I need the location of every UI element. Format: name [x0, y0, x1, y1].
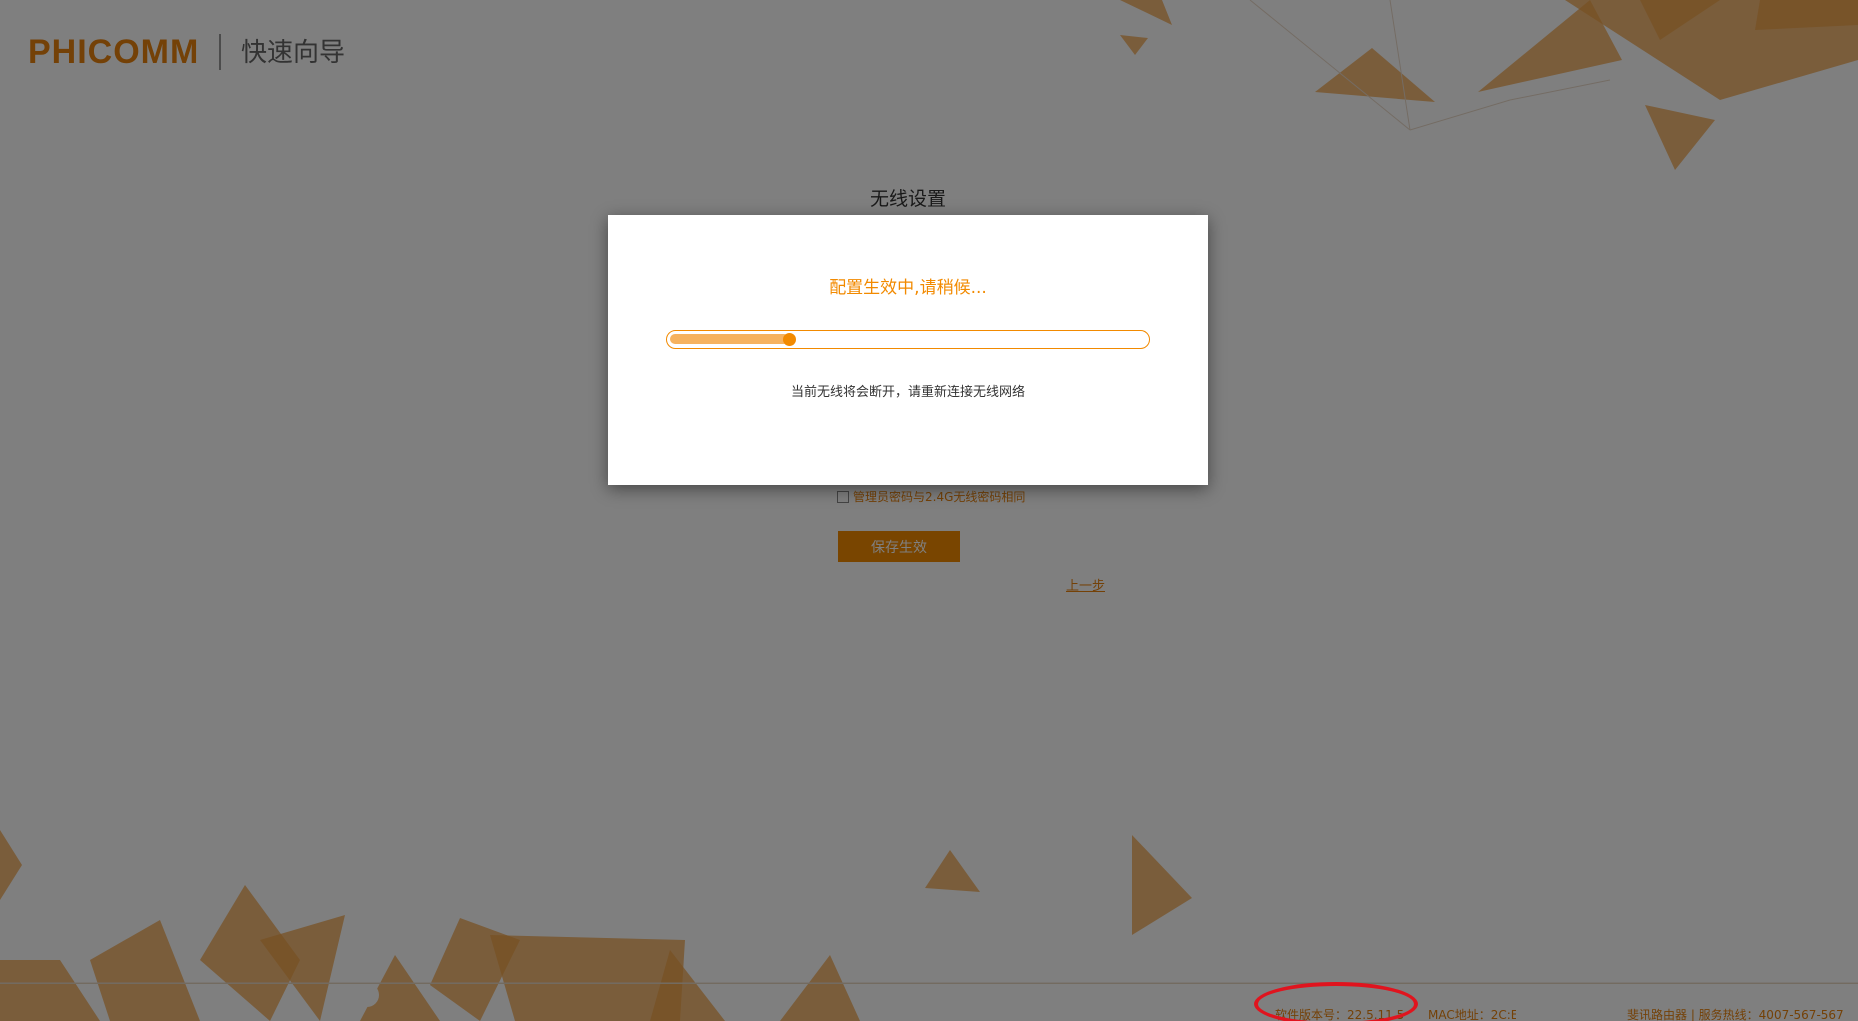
progress-bar — [666, 330, 1150, 349]
progress-fill — [670, 334, 789, 344]
modal-backdrop — [0, 0, 1858, 1021]
router-setup-page: PHICOMM 快速向导 无线设置 管理员密码与2.4G无线密码相同 保存生效 … — [0, 0, 1858, 1021]
progress-indicator — [783, 333, 796, 346]
dialog-notice-text: 当前无线将会断开，请重新连接无线网络 — [790, 385, 1025, 400]
dialog-status-text: 配置生效中,请稍候... — [829, 278, 987, 298]
version-highlight-circle — [1254, 982, 1418, 1021]
applying-config-dialog: 配置生效中,请稍候... 当前无线将会断开，请重新连接无线网络 — [608, 215, 1208, 485]
